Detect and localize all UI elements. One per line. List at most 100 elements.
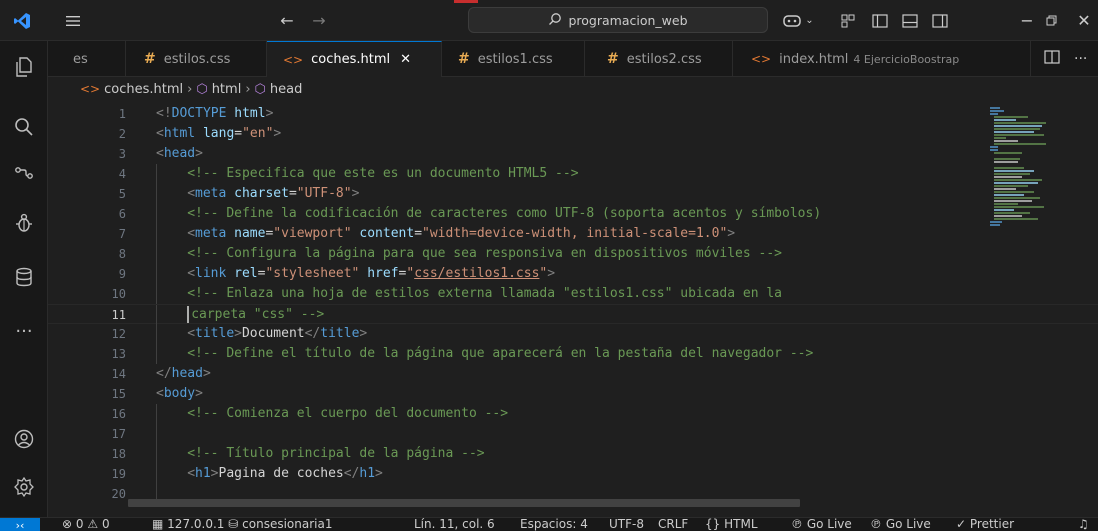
- minimap-line: [994, 140, 1018, 142]
- code-line[interactable]: 6 <!-- Define la codificación de caracter…: [48, 204, 1098, 224]
- restore-icon[interactable]: [1036, 0, 1066, 41]
- manage-icon[interactable]: [0, 465, 48, 509]
- warning-icon: ⚠: [87, 517, 99, 531]
- code-line[interactable]: 17: [48, 424, 1098, 444]
- code-line[interactable]: 5 <meta charset="UTF-8">: [48, 184, 1098, 204]
- breadcrumb-item[interactable]: head: [270, 82, 302, 97]
- minimap-line: [994, 119, 1016, 121]
- code-line[interactable]: 4 <!-- Especifica que este es un document…: [48, 164, 1098, 184]
- explorer-icon[interactable]: [0, 45, 48, 89]
- minimap-line: [990, 224, 1000, 226]
- server-icon: ▦: [152, 517, 164, 531]
- toggle-sidebar-icon[interactable]: [868, 0, 892, 41]
- code-line[interactable]: 10 <!-- Enlaza una hoja de estilos extern…: [48, 284, 1098, 304]
- database-icon[interactable]: [0, 255, 48, 299]
- tab-coches-html[interactable]: <> coches.html ✕: [267, 41, 442, 77]
- code-line[interactable]: 16 <!-- Comienza el cuerpo del documento …: [48, 404, 1098, 424]
- css-file-icon: #: [458, 51, 470, 67]
- close-icon[interactable]: ✕: [1070, 0, 1098, 41]
- minimap-line: [994, 200, 1032, 202]
- minimap-line: [994, 182, 1038, 184]
- encoding[interactable]: UTF-8: [609, 516, 644, 531]
- code-line[interactable]: 18 <!-- Título principal de la página -->: [48, 444, 1098, 464]
- toggle-panel-icon[interactable]: [898, 0, 922, 41]
- code-line[interactable]: 19 <h1>Pagina de coches</h1>: [48, 464, 1098, 484]
- horizontal-scrollbar[interactable]: [128, 499, 800, 507]
- code-text: <!DOCTYPE html>: [156, 106, 274, 121]
- notifications-icon[interactable]: ♫: [1078, 516, 1089, 531]
- tab-estilos2-css[interactable]: # estilos2.css: [585, 41, 733, 77]
- more-actions-icon[interactable]: ···: [1074, 51, 1087, 67]
- code-editor[interactable]: 1 <!DOCTYPE html> 2 <html lang="en"> 3 <head>…: [48, 101, 1098, 504]
- code-line[interactable]: 9 <link rel="stylesheet" href="css/estilo…: [48, 264, 1098, 284]
- more-icon[interactable]: ···: [0, 309, 48, 353]
- minimap-line: [994, 215, 1022, 217]
- run-debug-icon[interactable]: [0, 201, 48, 245]
- remote-indicator-icon[interactable]: ›‹: [0, 518, 40, 531]
- code-text: <html lang="en">: [156, 126, 282, 141]
- problems-indicator[interactable]: ⊗ 0 ⚠ 0: [62, 516, 110, 531]
- close-icon[interactable]: ✕: [400, 52, 411, 67]
- go-live-label: Go Live: [885, 517, 931, 531]
- language-mode[interactable]: {} HTML: [705, 516, 758, 531]
- database-icon: ⛁: [228, 517, 239, 531]
- go-live-button[interactable]: ℗ Go Live: [791, 516, 852, 531]
- indent-guide: [156, 184, 157, 204]
- indent-guide: [156, 284, 157, 304]
- indentation[interactable]: Espacios: 4: [520, 516, 588, 531]
- minimap-line: [994, 128, 1040, 130]
- code-line[interactable]: 15 <body>: [48, 384, 1098, 404]
- breadcrumb-item[interactable]: html: [212, 82, 242, 97]
- minimap-line: [994, 188, 1016, 190]
- end-of-line[interactable]: CRLF: [658, 516, 688, 531]
- arrow-left-icon[interactable]: ←: [274, 0, 300, 41]
- indent-guide: [156, 324, 157, 344]
- code-text: <meta name="viewport" content="width=dev…: [187, 226, 736, 241]
- customize-layout-icon[interactable]: [836, 0, 860, 41]
- code-line[interactable]: 11 carpeta "css" -->: [48, 304, 1098, 325]
- line-number: 12: [111, 327, 126, 341]
- minimap-line: [994, 125, 1042, 127]
- code-line[interactable]: 13 <!-- Define el título de la página que…: [48, 344, 1098, 364]
- minimap-line: [994, 131, 1034, 133]
- minimap-line: [994, 197, 1040, 199]
- tab-estilos1-css[interactable]: # estilos1.css: [442, 41, 585, 77]
- toggle-secondary-sidebar-icon[interactable]: [928, 0, 952, 41]
- code-line[interactable]: 14 </head>: [48, 364, 1098, 384]
- code-line[interactable]: 12 <title>Document</title>: [48, 324, 1098, 344]
- menu-icon[interactable]: [58, 0, 88, 41]
- tab-label: coches.html: [311, 52, 391, 67]
- code-line[interactable]: 3 <head>: [48, 144, 1098, 164]
- minimap-line: [994, 179, 1042, 181]
- accounts-icon[interactable]: [0, 417, 48, 461]
- host-label: 127.0.0.1: [167, 517, 225, 531]
- code-text: <meta charset="UTF-8">: [187, 186, 360, 201]
- code-line[interactable]: 7 <meta name="viewport" content="width=de…: [48, 224, 1098, 244]
- tab-index-html[interactable]: <> index.html 4 EjercicioBoostrap: [733, 41, 1031, 77]
- arrow-right-icon[interactable]: →: [306, 0, 332, 41]
- line-number: 4: [118, 167, 126, 181]
- database-connection[interactable]: ▦ 127.0.0.1 ⛁ consesionaria1: [152, 516, 332, 531]
- code-line[interactable]: 8 <!-- Configura la página para que sea r…: [48, 244, 1098, 264]
- tab-estilos-css[interactable]: # estilos.css: [126, 41, 267, 77]
- cursor-position[interactable]: Lín. 11, col. 6: [414, 516, 495, 531]
- indent-guide: [156, 424, 157, 444]
- code-text: <!-- Define el título de la página que a…: [187, 346, 814, 361]
- code-text: <!-- Enlaza una hoja de estilos externa …: [187, 286, 783, 301]
- tab-partial[interactable]: es: [48, 41, 126, 77]
- copilot-icon[interactable]: ⌄: [774, 0, 822, 41]
- breadcrumb-item[interactable]: coches.html: [104, 82, 183, 97]
- indent-guide: [156, 404, 157, 424]
- go-live-button-2[interactable]: ℗ Go Live: [870, 516, 931, 531]
- line-number: 11: [111, 308, 126, 322]
- search-icon[interactable]: [0, 105, 48, 149]
- prettier-button[interactable]: ✓ Prettier: [956, 516, 1014, 531]
- chevron-right-icon: ›: [187, 81, 193, 97]
- minimap[interactable]: [982, 101, 1046, 226]
- split-editor-icon[interactable]: [1044, 50, 1060, 68]
- code-line[interactable]: 1 <!DOCTYPE html>: [48, 104, 1098, 124]
- source-control-icon[interactable]: [0, 151, 48, 195]
- line-number: 10: [111, 287, 126, 301]
- code-line[interactable]: 2 <html lang="en">: [48, 124, 1098, 144]
- command-center-search[interactable]: programacion_web: [468, 7, 768, 33]
